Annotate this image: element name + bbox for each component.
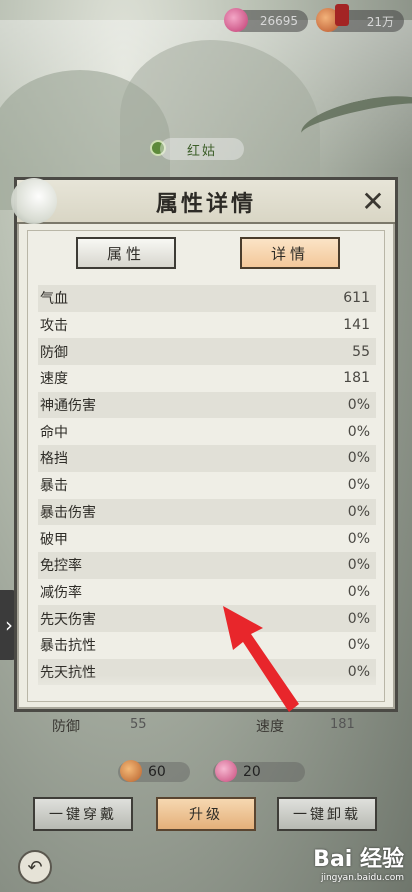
tab-details[interactable]: 详情 (240, 237, 340, 269)
stat-name: 防御 (40, 344, 68, 361)
red-annotation-arrow-icon (223, 606, 299, 712)
close-icon: ✕ (361, 185, 385, 218)
speed-value: 181 (330, 717, 355, 732)
fruit-cost-value: 60 (148, 764, 166, 780)
stat-row: 格挡 0% (38, 445, 376, 472)
stat-value: 0% (347, 503, 370, 520)
token-value: 21万 (366, 14, 394, 29)
upgrade-button[interactable]: 升级 (156, 797, 256, 831)
stat-value: 0% (347, 397, 370, 414)
stat-row: 神通伤害 0% (38, 391, 376, 419)
stat-name: 攻击 (40, 318, 68, 335)
stat-value: 611 (343, 290, 370, 307)
stat-row: 速度 181 (38, 365, 376, 392)
stat-name: 先天伤害 (40, 611, 96, 628)
list-fade-overlay (38, 675, 376, 697)
watermark-url: jingyan.baidu.com (320, 873, 404, 883)
stat-name: 气血 (40, 291, 68, 308)
stat-list[interactable]: 气血 611 攻击 141 防御 55 速度 181 神通伤害 0% 命中 0% 格挡 0% 暴击 0% 暴击伤… (38, 285, 376, 697)
stat-name: 免控率 (40, 558, 82, 575)
baidu-watermark: Bai 经验 jingyan.baidu.com (294, 848, 404, 888)
stat-row: 减伤率 0% (38, 579, 376, 606)
back-arrow-icon: ↶ (27, 856, 43, 878)
stat-value: 0% (347, 450, 370, 467)
modal-title: 属性详情 (155, 191, 256, 217)
chevron-right-icon: › (5, 613, 13, 637)
stat-value: 0% (347, 610, 370, 627)
stat-value: 55 (352, 343, 370, 360)
stat-value: 0% (347, 557, 370, 574)
stat-value: 181 (343, 370, 370, 387)
equip-all-button[interactable]: 一键穿戴 (33, 797, 133, 831)
fruit-cost: 60 (118, 760, 190, 782)
stat-value: 141 (343, 317, 370, 334)
back-button[interactable]: ↶ (18, 850, 52, 884)
stat-value: 0% (347, 637, 370, 654)
stat-name: 速度 (40, 371, 68, 388)
tab-bar: 属性 详情 (28, 237, 384, 273)
stat-row: 攻击 141 (38, 312, 376, 339)
speed-label: 速度 (256, 719, 284, 735)
gem-cost: 20 (213, 760, 305, 782)
watermark-logo: Bai 经验 (313, 847, 404, 872)
character-name-tag: 红姑 (160, 138, 244, 160)
stat-row: 命中 0% (38, 418, 376, 445)
stat-name: 暴击 (40, 478, 68, 495)
attribute-detail-modal: 属性详情 ✕ 属性 详情 气血 611 攻击 141 防御 55 速度 181 神通伤害 0% 命中… (11, 177, 398, 712)
stat-name: 暴击伤害 (40, 504, 96, 521)
stat-value: 0% (347, 477, 370, 494)
jade-value: 26695 (259, 14, 298, 28)
medal-icon (335, 4, 349, 26)
fruit-icon (120, 760, 142, 782)
annotation-arrow-shape (223, 606, 299, 712)
stat-row: 防御 55 (38, 338, 376, 366)
stat-value: 0% (347, 423, 370, 440)
stat-row: 气血 611 (38, 285, 376, 312)
defense-label: 防御 (52, 719, 80, 735)
gem-cost-value: 20 (243, 764, 261, 780)
stat-name: 减伤率 (40, 584, 82, 601)
modal-body: 属性 详情 气血 611 攻击 141 防御 55 速度 181 神通伤害 0% 命中 0% 格挡 0% 暴… (27, 230, 385, 702)
stat-row: 暴击 0% (38, 472, 376, 499)
close-button[interactable]: ✕ (359, 188, 387, 216)
stat-row: 暴击抗性 0% (38, 632, 376, 659)
unequip-all-button[interactable]: 一键卸载 (277, 797, 377, 831)
modal-header: 属性详情 ✕ (11, 178, 395, 224)
stat-name: 命中 (40, 424, 68, 441)
stat-name: 格挡 (40, 451, 68, 468)
defense-value: 55 (130, 717, 147, 732)
stat-name: 神通伤害 (40, 398, 96, 415)
tab-attributes[interactable]: 属性 (76, 237, 176, 269)
stat-row: 暴击伤害 0% (38, 498, 376, 526)
gem-icon (215, 760, 237, 782)
stat-value: 0% (347, 530, 370, 547)
stat-row: 先天伤害 0% (38, 605, 376, 632)
stat-row: 破甲 0% (38, 525, 376, 552)
stat-name: 破甲 (40, 531, 68, 548)
jade-currency[interactable]: 26695 (224, 8, 308, 32)
jade-icon (224, 8, 248, 32)
base-stats-row: 防御 55 速度 181 (0, 714, 412, 738)
stat-name: 暴击抗性 (40, 638, 96, 655)
stat-row: 免控率 0% (38, 551, 376, 579)
stat-value: 0% (347, 583, 370, 600)
